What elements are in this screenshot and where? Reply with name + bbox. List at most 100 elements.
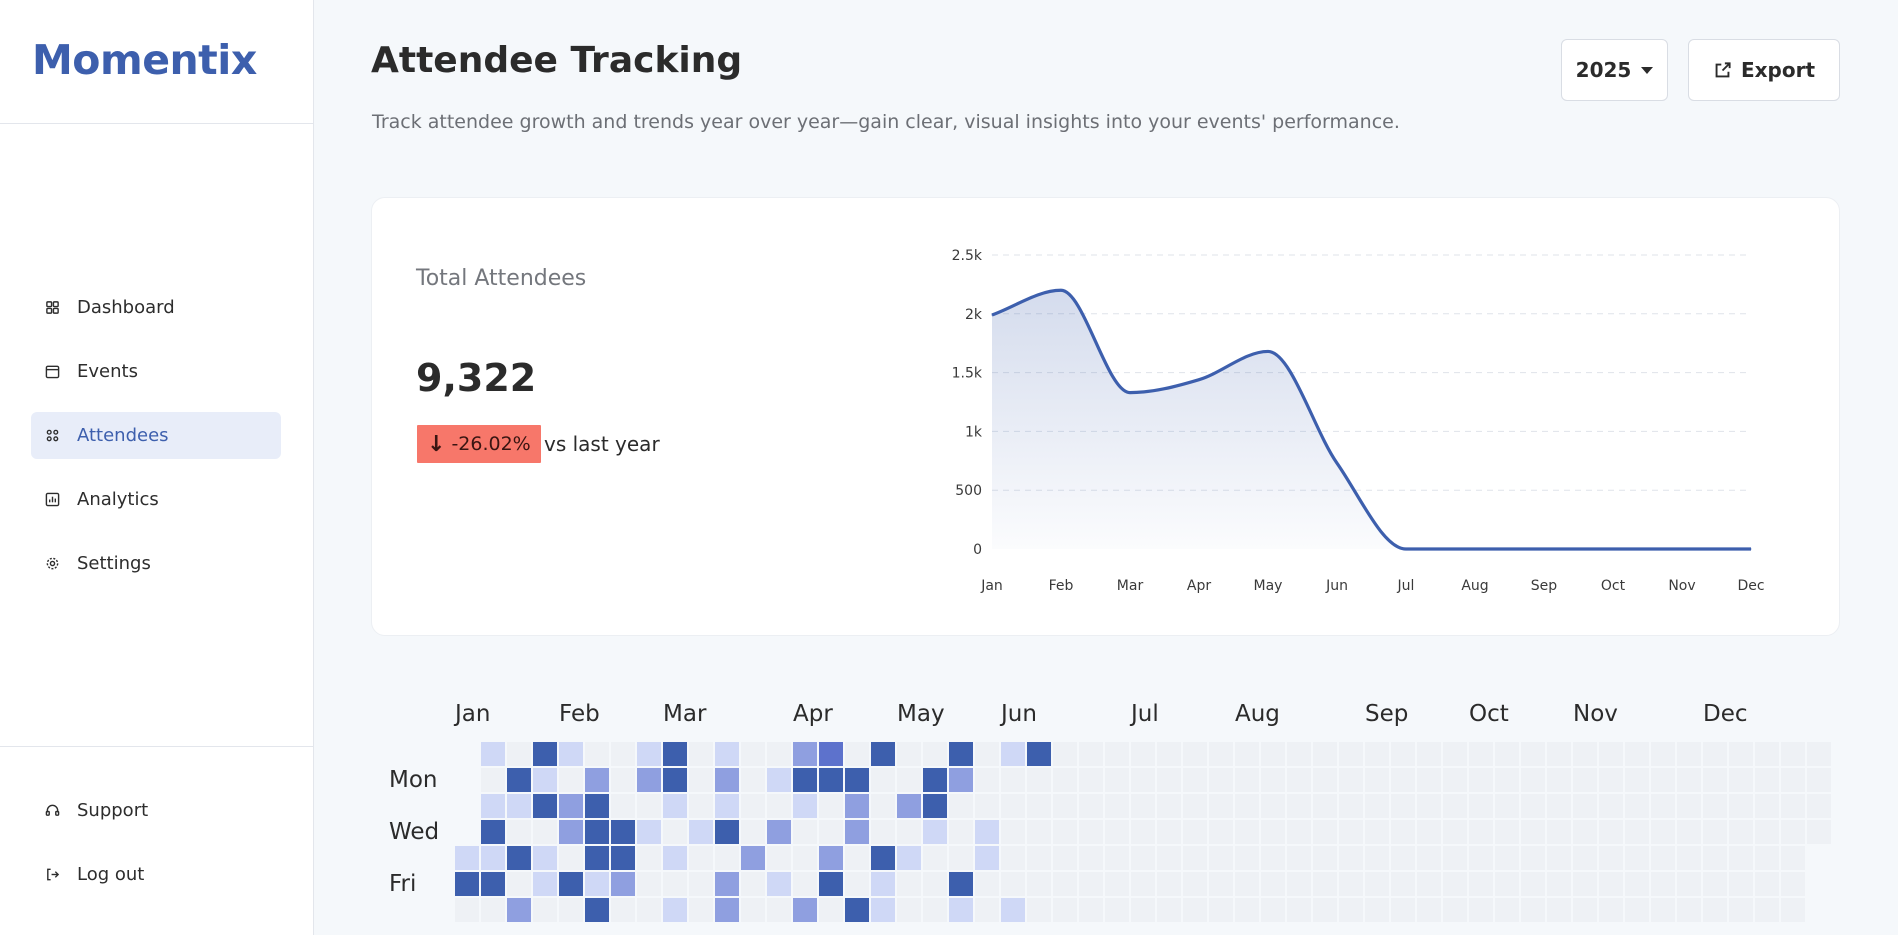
heatmap-cell[interactable] [1053, 898, 1077, 922]
heatmap-cell[interactable] [1183, 846, 1207, 870]
heatmap-cell[interactable] [1183, 898, 1207, 922]
heatmap-cell[interactable] [1625, 872, 1649, 896]
heatmap-cell[interactable] [1235, 794, 1259, 818]
heatmap-cell[interactable] [611, 872, 635, 896]
heatmap-cell[interactable] [1339, 898, 1363, 922]
year-select[interactable]: 2025 [1561, 39, 1668, 101]
heatmap-cell[interactable] [611, 742, 635, 766]
heatmap-cell[interactable] [1105, 846, 1129, 870]
sidebar-item-logout[interactable]: Log out [31, 851, 281, 898]
heatmap-cell[interactable] [1755, 742, 1779, 766]
heatmap-cell[interactable] [1521, 872, 1545, 896]
heatmap-cell[interactable] [507, 742, 531, 766]
heatmap-cell[interactable] [689, 794, 713, 818]
heatmap-cell[interactable] [1053, 846, 1077, 870]
heatmap-cell[interactable] [1729, 820, 1753, 844]
heatmap-cell[interactable] [533, 820, 557, 844]
heatmap-cell[interactable] [1261, 768, 1285, 792]
heatmap-cell[interactable] [1079, 898, 1103, 922]
heatmap-cell[interactable] [559, 846, 583, 870]
heatmap-cell[interactable] [1313, 742, 1337, 766]
heatmap-cell[interactable] [1703, 742, 1727, 766]
heatmap-cell[interactable] [897, 820, 921, 844]
heatmap-cell[interactable] [923, 794, 947, 818]
heatmap-cell[interactable] [1131, 794, 1155, 818]
heatmap-cell[interactable] [1261, 742, 1285, 766]
heatmap-cell[interactable] [1339, 820, 1363, 844]
heatmap-cell[interactable] [793, 820, 817, 844]
heatmap-cell[interactable] [741, 742, 765, 766]
heatmap-cell[interactable] [1027, 898, 1051, 922]
heatmap-cell[interactable] [819, 794, 843, 818]
heatmap-cell[interactable] [975, 872, 999, 896]
heatmap-cell[interactable] [689, 872, 713, 896]
heatmap-cell[interactable] [637, 846, 661, 870]
heatmap-cell[interactable] [1131, 742, 1155, 766]
heatmap-cell[interactable] [533, 742, 557, 766]
heatmap-cell[interactable] [1157, 898, 1181, 922]
heatmap-cell[interactable] [1443, 742, 1467, 766]
heatmap-cell[interactable] [1573, 742, 1597, 766]
heatmap-cell[interactable] [1261, 898, 1285, 922]
heatmap-cell[interactable] [1469, 898, 1493, 922]
heatmap-cell[interactable] [793, 794, 817, 818]
heatmap-cell[interactable] [871, 742, 895, 766]
heatmap-cell[interactable] [1001, 768, 1025, 792]
heatmap-cell[interactable] [741, 794, 765, 818]
heatmap-cell[interactable] [1235, 872, 1259, 896]
heatmap-cell[interactable] [845, 768, 869, 792]
heatmap-cell[interactable] [1573, 846, 1597, 870]
heatmap-cell[interactable] [1183, 872, 1207, 896]
brand-logo[interactable]: Momentix [0, 0, 313, 124]
heatmap-cell[interactable] [1547, 820, 1571, 844]
heatmap-cell[interactable] [1703, 846, 1727, 870]
heatmap-cell[interactable] [1521, 768, 1545, 792]
heatmap-cell[interactable] [975, 742, 999, 766]
heatmap-cell[interactable] [1599, 768, 1623, 792]
heatmap-cell[interactable] [767, 898, 791, 922]
heatmap-cell[interactable] [559, 820, 583, 844]
heatmap-cell[interactable] [507, 898, 531, 922]
heatmap-cell[interactable] [663, 768, 687, 792]
heatmap-cell[interactable] [1365, 872, 1389, 896]
heatmap-cell[interactable] [1001, 872, 1025, 896]
heatmap-cell[interactable] [481, 898, 505, 922]
heatmap-cell[interactable] [533, 768, 557, 792]
heatmap-cell[interactable] [819, 846, 843, 870]
heatmap-cell[interactable] [923, 768, 947, 792]
heatmap-cell[interactable] [897, 742, 921, 766]
heatmap-cell[interactable] [507, 768, 531, 792]
heatmap-cell[interactable] [663, 794, 687, 818]
heatmap-cell[interactable] [585, 768, 609, 792]
heatmap-cell[interactable] [1547, 898, 1571, 922]
sidebar-item-settings[interactable]: Settings [31, 540, 281, 587]
heatmap-cell[interactable] [793, 846, 817, 870]
heatmap-cell[interactable] [871, 846, 895, 870]
heatmap-cell[interactable] [1755, 872, 1779, 896]
heatmap-cell[interactable] [481, 820, 505, 844]
heatmap-cell[interactable] [741, 846, 765, 870]
heatmap-cell[interactable] [507, 846, 531, 870]
heatmap-cell[interactable] [1547, 768, 1571, 792]
heatmap-cell[interactable] [845, 898, 869, 922]
heatmap-cell[interactable] [1443, 820, 1467, 844]
heatmap-cell[interactable] [1781, 742, 1805, 766]
heatmap-cell[interactable] [611, 820, 635, 844]
heatmap-cell[interactable] [1469, 794, 1493, 818]
sidebar-item-dashboard[interactable]: Dashboard [31, 284, 281, 331]
heatmap-cell[interactable] [715, 768, 739, 792]
heatmap-cell[interactable] [455, 872, 479, 896]
heatmap-cell[interactable] [1105, 898, 1129, 922]
heatmap-cell[interactable] [637, 898, 661, 922]
heatmap-cell[interactable] [949, 846, 973, 870]
heatmap-cell[interactable] [1677, 872, 1701, 896]
heatmap-cell[interactable] [455, 898, 479, 922]
heatmap-cell[interactable] [949, 794, 973, 818]
heatmap-cell[interactable] [1625, 794, 1649, 818]
heatmap-cell[interactable] [1729, 768, 1753, 792]
heatmap-cell[interactable] [1209, 872, 1233, 896]
heatmap-cell[interactable] [1313, 768, 1337, 792]
heatmap-cell[interactable] [793, 872, 817, 896]
heatmap-cell[interactable] [1235, 768, 1259, 792]
heatmap-cell[interactable] [793, 742, 817, 766]
